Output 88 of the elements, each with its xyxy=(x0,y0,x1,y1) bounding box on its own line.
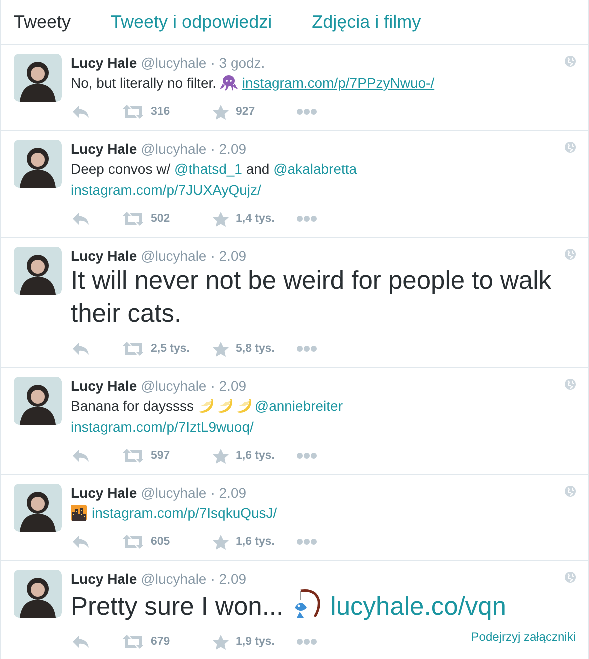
author-name[interactable]: Lucy Hale xyxy=(71,54,138,72)
avatar[interactable] xyxy=(14,247,62,295)
favorite-count: 1,6 tys. xyxy=(236,450,275,462)
globe-icon xyxy=(565,379,576,390)
profile-tab[interactable]: Zdjęcia i filmy xyxy=(312,12,422,32)
author-handle[interactable]: @lucyhale xyxy=(141,377,207,395)
star-icon[interactable] xyxy=(213,634,229,650)
retweet-icon[interactable] xyxy=(123,342,144,356)
favorite-count: 5,8 tys. xyxy=(236,343,275,355)
avatar[interactable] xyxy=(14,377,62,425)
city-icon xyxy=(71,505,87,521)
globe-icon xyxy=(565,56,576,67)
banana-icon xyxy=(198,398,215,414)
retweet-count: 605 xyxy=(151,536,170,548)
tweet-link[interactable]: @thatsd_1 xyxy=(174,161,242,177)
author-name[interactable]: Lucy Hale xyxy=(71,247,138,265)
tweet-link[interactable]: instagram.com/p/7PPzyNwuo-/ xyxy=(242,75,435,91)
tweet-link[interactable]: instagram.com/p/7IztL9wuoq/ xyxy=(71,419,254,435)
profile-tab[interactable]: Tweety xyxy=(14,12,72,32)
author-handle[interactable]: @lucyhale xyxy=(141,54,207,72)
more-icon[interactable] xyxy=(297,453,317,459)
tweet-link[interactable]: instagram.com/p/7JUXAyQujz/ xyxy=(71,182,262,198)
reply-icon[interactable] xyxy=(73,536,89,548)
globe-icon xyxy=(565,142,576,153)
tweet-text: No, but literally no filter. instagram.com/p/7PPzyNwuo-/ xyxy=(71,74,436,93)
author-handle[interactable]: @lucyhale xyxy=(141,484,207,502)
author-handle[interactable]: @lucyhale xyxy=(141,247,207,265)
author-name[interactable]: Lucy Hale xyxy=(71,377,138,395)
tweet-link[interactable]: @anniebreiter xyxy=(254,398,344,414)
reply-icon[interactable] xyxy=(73,342,89,356)
retweet-icon[interactable] xyxy=(123,535,144,549)
globe-icon xyxy=(565,249,576,260)
star-icon[interactable] xyxy=(213,342,229,356)
author-handle[interactable]: @lucyhale xyxy=(141,570,207,588)
tweet-time[interactable]: · 3 godz. xyxy=(210,54,266,72)
tweet-text: Pretty sure I won... lucyhale.co/vqn xyxy=(71,588,576,624)
author-name[interactable]: Lucy Hale xyxy=(71,484,138,502)
more-icon[interactable] xyxy=(297,639,317,645)
tweet-text: Banana for dayssss @anniebreiter instagram.com/p/7IztL9wuoq/ xyxy=(71,397,344,437)
star-icon[interactable] xyxy=(213,104,229,120)
retweet-count: 2,5 tys. xyxy=(151,343,190,355)
profile-tab[interactable]: Tweety i odpowiedzi xyxy=(111,12,272,32)
author-name[interactable]: Lucy Hale xyxy=(71,140,138,158)
banana-icon xyxy=(216,398,234,414)
octopus-icon xyxy=(220,75,238,91)
favorite-count: 1,9 tys. xyxy=(236,636,275,648)
retweet-icon[interactable] xyxy=(123,635,144,649)
more-icon[interactable] xyxy=(297,346,317,352)
retweet-count: 679 xyxy=(151,636,170,648)
reply-icon[interactable] xyxy=(73,636,89,648)
retweet-count: 316 xyxy=(151,106,170,118)
more-icon[interactable] xyxy=(297,539,317,545)
reply-icon[interactable] xyxy=(73,106,89,118)
favorite-count: 1,4 tys. xyxy=(236,213,275,225)
tweet-link[interactable]: instagram.com/p/7IsqkuQusJ/ xyxy=(92,505,278,521)
tweet-time[interactable]: · 2.09 xyxy=(210,570,247,588)
favorite-count: 1,6 tys. xyxy=(236,536,275,548)
avatar[interactable] xyxy=(14,140,62,188)
tweet-time[interactable]: · 2.09 xyxy=(210,377,247,395)
author-name[interactable]: Lucy Hale xyxy=(71,570,138,588)
tweet-text: It will never not be weird for people to walk their cats. xyxy=(71,266,552,330)
avatar[interactable] xyxy=(14,484,62,532)
tweet-link[interactable]: lucyhale.co/vqn xyxy=(330,593,506,621)
more-icon[interactable] xyxy=(297,109,317,115)
retweet-icon[interactable] xyxy=(123,449,144,463)
avatar[interactable] xyxy=(14,54,62,102)
star-icon[interactable] xyxy=(213,212,229,226)
tweet-time[interactable]: · 2.09 xyxy=(210,484,247,502)
tweet-link[interactable]: @akalabretta xyxy=(274,161,358,177)
favorite-count: 927 xyxy=(236,106,256,118)
retweet-icon[interactable] xyxy=(123,105,144,119)
globe-icon xyxy=(565,486,576,497)
reply-icon[interactable] xyxy=(73,212,89,226)
tweet-text: Deep convos w/ @thatsd_1 and @akalabretta instagram.com/p/7JUXAyQujz/ xyxy=(71,160,358,200)
avatar[interactable] xyxy=(14,570,62,618)
reply-icon[interactable] xyxy=(73,450,89,462)
retweet-count: 597 xyxy=(151,450,170,462)
view-attachments-link[interactable]: Podejrzyj załączniki xyxy=(471,630,576,644)
retweet-count: 502 xyxy=(151,213,170,225)
more-icon[interactable] xyxy=(297,216,317,222)
star-icon[interactable] xyxy=(213,534,229,550)
banana-icon xyxy=(236,398,253,414)
tweet-time[interactable]: · 2.09 xyxy=(210,247,247,265)
author-handle[interactable]: @lucyhale xyxy=(141,140,207,158)
tweet-time[interactable]: · 2.09 xyxy=(210,140,247,158)
retweet-icon[interactable] xyxy=(123,212,144,226)
star-icon[interactable] xyxy=(213,448,229,464)
globe-icon xyxy=(565,572,576,583)
